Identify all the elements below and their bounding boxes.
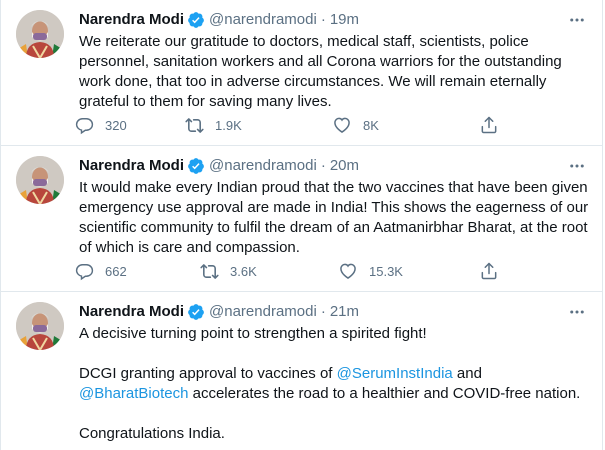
mention-link-bharatbiotech[interactable]: @BharatBiotech: [79, 385, 188, 402]
verified-badge-icon: [188, 158, 204, 174]
author-handle[interactable]: @narendramodi: [209, 302, 317, 322]
more-options-icon[interactable]: [566, 156, 588, 176]
retweet-icon: [183, 114, 205, 136]
tweet-text-segment: DCGI granting approval to vaccines of: [79, 365, 337, 382]
reply-button[interactable]: 662: [73, 260, 127, 282]
reply-count: 662: [105, 263, 127, 279]
like-button[interactable]: 8K: [331, 114, 379, 136]
separator-dot: ·: [320, 11, 326, 28]
retweet-button[interactable]: 3.6K: [198, 260, 257, 282]
timeline-feed: Narendra Modi @narendramodi · 19m We rei…: [0, 0, 603, 450]
share-icon: [478, 114, 500, 136]
author-name[interactable]: Narendra Modi: [79, 10, 184, 30]
tweet-actions: 662 3.6K 15.3K: [73, 260, 513, 282]
tweet[interactable]: Narendra Modi @narendramodi · 19m We rei…: [1, 0, 602, 146]
tweet-body: We reiterate our gratitude to doctors, m…: [79, 33, 562, 110]
tweet-header: Narendra Modi @narendramodi · 21m: [79, 302, 592, 322]
more-options-icon[interactable]: [566, 302, 588, 322]
author-handle[interactable]: @narendramodi: [209, 156, 317, 176]
tweet-body: It would make every Indian proud that th…: [79, 179, 589, 256]
heart-icon: [331, 114, 353, 136]
retweet-count: 1.9K: [215, 117, 242, 133]
tweet-line: DCGI granting approval to vaccines of @S…: [79, 364, 590, 404]
retweet-count: 3.6K: [230, 263, 257, 279]
avatar[interactable]: [16, 156, 64, 204]
timestamp[interactable]: 21m: [330, 302, 359, 322]
tweet[interactable]: Narendra Modi @narendramodi · 20m It wou…: [1, 146, 602, 292]
tweet-text-segment: accelerates the road to a healthier and …: [188, 385, 581, 402]
like-count: 15.3K: [369, 263, 403, 279]
author-handle[interactable]: @narendramodi: [209, 10, 317, 30]
separator-dot: ·: [320, 157, 326, 174]
like-count: 8K: [363, 117, 379, 133]
more-options-icon[interactable]: [566, 10, 588, 30]
tweet[interactable]: Narendra Modi @narendramodi · 21m A deci…: [1, 292, 602, 450]
separator-dot: ·: [320, 303, 326, 320]
tweet-line: A decisive turning point to strengthen a…: [79, 325, 427, 342]
share-icon: [478, 260, 500, 282]
reply-count: 320: [105, 117, 127, 133]
tweet-text: A decisive turning point to strengthen a…: [79, 324, 590, 444]
verified-badge-icon: [188, 12, 204, 28]
heart-icon: [337, 260, 359, 282]
mention-link-serum[interactable]: @SerumInstIndia: [337, 365, 453, 382]
timestamp[interactable]: 20m: [330, 156, 359, 176]
tweet-text: It would make every Indian proud that th…: [79, 178, 590, 258]
like-button[interactable]: 15.3K: [337, 260, 403, 282]
retweet-button[interactable]: 1.9K: [183, 114, 242, 136]
retweet-icon: [198, 260, 220, 282]
reply-button[interactable]: 320: [73, 114, 127, 136]
tweet-line: Congratulations India.: [79, 425, 225, 442]
tweet-text: We reiterate our gratitude to doctors, m…: [79, 32, 590, 112]
author-name[interactable]: Narendra Modi: [79, 156, 184, 176]
avatar[interactable]: [16, 10, 64, 58]
avatar-image: [16, 302, 64, 350]
author-name[interactable]: Narendra Modi: [79, 302, 184, 322]
reply-icon: [73, 260, 95, 282]
tweet-text-segment: and: [452, 365, 482, 382]
tweet-actions: 320 1.9K 8K: [73, 114, 513, 136]
share-button[interactable]: [478, 260, 500, 282]
share-button[interactable]: [478, 114, 500, 136]
avatar-image: [16, 156, 64, 204]
tweet-header: Narendra Modi @narendramodi · 19m: [79, 10, 592, 30]
avatar-image: [16, 10, 64, 58]
timestamp[interactable]: 19m: [330, 10, 359, 30]
verified-badge-icon: [188, 304, 204, 320]
tweet-header: Narendra Modi @narendramodi · 20m: [79, 156, 592, 176]
avatar[interactable]: [16, 302, 64, 350]
reply-icon: [73, 114, 95, 136]
